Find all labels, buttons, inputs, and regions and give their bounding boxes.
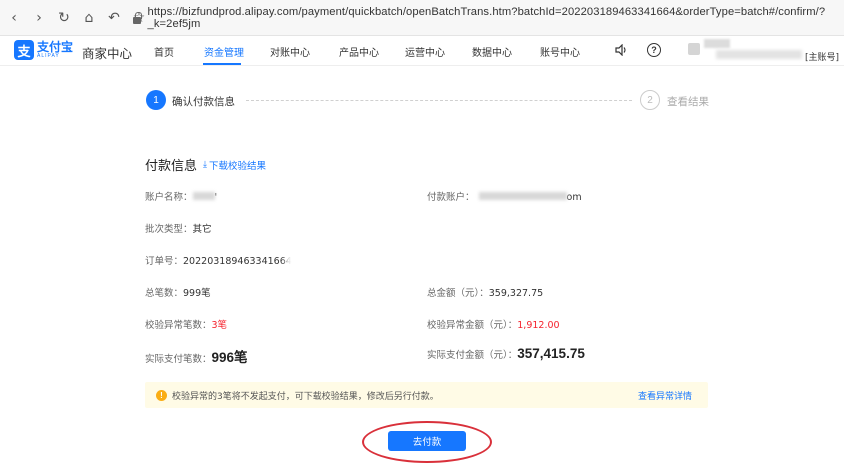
- nav-reconciliation[interactable]: 对账中心: [270, 44, 310, 59]
- order-number-field: 订单号： 2022031894633416​64: [145, 256, 292, 267]
- forward-icon[interactable]: ›: [28, 7, 50, 29]
- account-name-redacted: [192, 192, 215, 200]
- refresh-icon[interactable]: ↻: [53, 7, 75, 29]
- alipay-mark-icon: 支: [14, 40, 34, 60]
- abnormal-count-field: 校验异常笔数： 3笔: [145, 320, 228, 331]
- batch-type-field: 批次类型： 其它: [145, 224, 212, 235]
- payment-account-redacted: [478, 192, 567, 200]
- total-amount-field: 总金额（元）： 359,327.75: [427, 288, 544, 299]
- step-connector: [246, 100, 632, 101]
- download-verify-result-link[interactable]: ⤓ 下载校验结果: [203, 158, 266, 172]
- step-2-circle: 2: [640, 90, 660, 110]
- payment-account-field: 付款账户： om: [427, 192, 582, 203]
- redaction-mask: [292, 215, 564, 279]
- actual-count-field: 实际支付笔数： 996笔: [145, 350, 248, 365]
- account-redacted: [716, 50, 802, 59]
- nav-data[interactable]: 数据中心: [472, 44, 512, 59]
- step-2-label: 查看结果: [667, 96, 709, 108]
- actual-amount-field: 实际支付金额（元）： 357,415.75: [427, 346, 585, 361]
- username-redacted: [704, 39, 730, 48]
- lock-icon: [132, 12, 142, 24]
- notice-text: 校验异常的3笔将不发起支付，可下载校验结果，修改后另行付款。: [172, 391, 439, 402]
- step-indicator: 1 确认付款信息 2 查看结果: [0, 67, 844, 125]
- home-icon[interactable]: ⌂: [78, 7, 100, 29]
- active-nav-underline: [203, 63, 241, 65]
- speaker-icon[interactable]: [613, 42, 629, 58]
- browser-toolbar: ‹ › ↻ ⌂ ↶ ☆ https://bizfundprod.alipay.c…: [0, 0, 844, 36]
- logo-cn: 支付宝: [37, 40, 74, 54]
- step-1-label: 确认付款信息: [172, 96, 235, 108]
- nav-fund-management[interactable]: 资金管理: [204, 44, 244, 59]
- total-count-field: 总笔数： 999笔: [145, 288, 211, 299]
- url-text[interactable]: https://bizfundprod.alipay.com/payment/q…: [148, 6, 844, 30]
- download-icon: ⤓: [203, 160, 207, 170]
- back-icon[interactable]: ‹: [3, 7, 25, 29]
- annotation-ellipse: [362, 421, 492, 463]
- nav-products[interactable]: 产品中心: [339, 44, 379, 59]
- main-content: 1 确认付款信息 2 查看结果 付款信息 ⤓ 下载校验结果 账户名称： ' 付款…: [0, 67, 844, 472]
- alipay-logo[interactable]: 支 支付宝 ALIPAY: [14, 40, 73, 60]
- abnormal-notice: ! 校验异常的3笔将不发起支付，可下载校验结果，修改后另行付款。 查看异常详情: [145, 382, 708, 408]
- avatar[interactable]: [688, 43, 700, 55]
- logo-en: ALIPAY: [37, 53, 60, 59]
- address-bar[interactable]: https://bizfundprod.alipay.com/payment/q…: [132, 6, 844, 30]
- step-1-circle: 1: [146, 90, 166, 110]
- nav-home[interactable]: 首页: [154, 44, 174, 59]
- merchant-center-title: 商家中心: [82, 46, 133, 61]
- account-type-badge: [主账号]: [805, 53, 840, 63]
- nav-account[interactable]: 账号中心: [540, 44, 580, 59]
- warning-icon: !: [156, 389, 167, 401]
- app-header: 支 支付宝 ALIPAY 商家中心 首页 资金管理 对账中心 产品中心 运营中心…: [0, 36, 844, 66]
- help-icon[interactable]: ?: [647, 43, 661, 57]
- nav-operations[interactable]: 运营中心: [405, 44, 445, 59]
- view-abnormal-details-link[interactable]: 查看异常详情: [638, 389, 692, 402]
- undo-icon[interactable]: ↶: [103, 7, 125, 29]
- abnormal-amount-field: 校验异常金额（元）： 1,912.00: [427, 320, 560, 331]
- payment-info-title: 付款信息: [145, 159, 198, 174]
- account-name-field: 账户名称： ': [145, 192, 218, 203]
